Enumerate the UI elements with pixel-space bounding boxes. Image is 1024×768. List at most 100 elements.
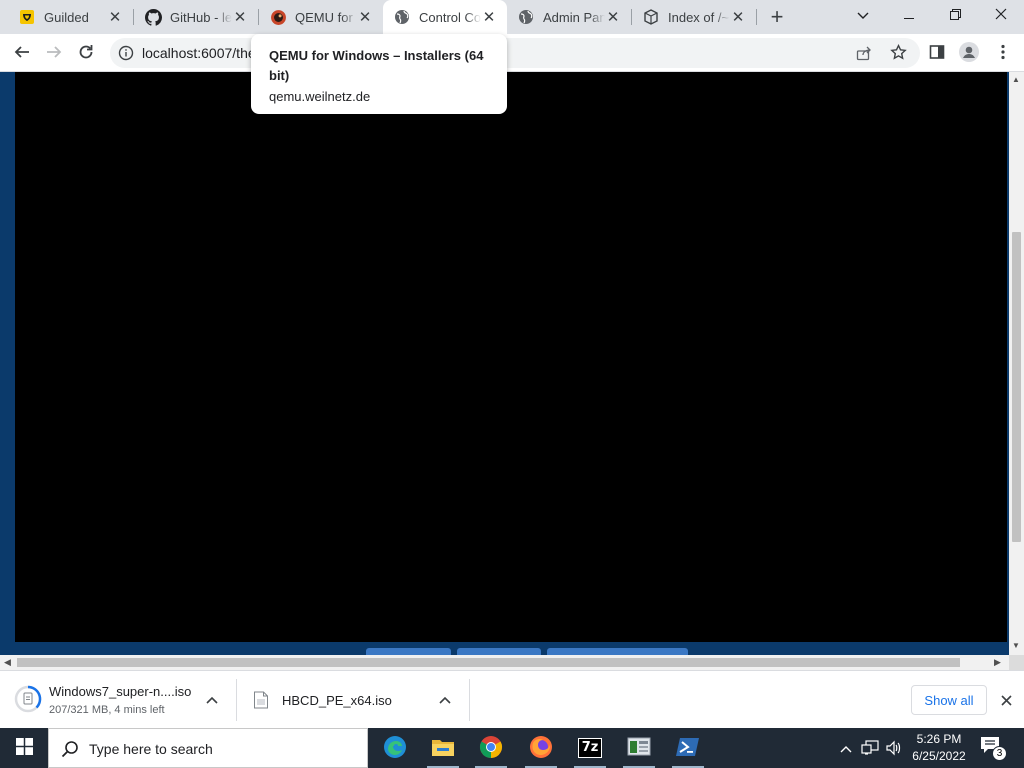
- scrollbar-thumb[interactable]: [1012, 232, 1021, 542]
- chevron-up-icon[interactable]: [437, 692, 453, 708]
- tab-title: GitHub - le: [170, 9, 232, 25]
- github-icon: [144, 8, 162, 26]
- hover-card-domain: qemu.weilnetz.de: [269, 89, 371, 104]
- scroll-down-icon[interactable]: ▼: [1012, 641, 1020, 650]
- vm-console-screen[interactable]: [15, 72, 1007, 642]
- chevron-down-icon: [857, 8, 869, 23]
- search-icon: [61, 740, 79, 758]
- firefox-icon: [529, 735, 553, 762]
- taskbar-app-file-explorer[interactable]: [419, 728, 467, 768]
- horizontal-scrollbar[interactable]: ◀ ▶: [0, 655, 1009, 670]
- page-content: [0, 72, 1009, 655]
- file-icon: [253, 691, 269, 712]
- console-control-button[interactable]: [547, 648, 688, 655]
- start-button[interactable]: [0, 728, 48, 768]
- reload-icon: [78, 44, 94, 63]
- minimize-icon: [904, 8, 914, 23]
- vertical-scrollbar[interactable]: ▲ ▼: [1009, 72, 1024, 655]
- tab-control[interactable]: Control Co ✕: [383, 0, 507, 34]
- clock-time: 5:26 PM: [916, 732, 962, 746]
- close-icon[interactable]: ✕: [481, 9, 497, 26]
- forward-button[interactable]: [39, 38, 69, 68]
- download-item[interactable]: Windows7_super-n....iso 207/321 MB, 4 mi…: [8, 677, 234, 723]
- qemu-icon: [269, 8, 287, 26]
- console-control-button[interactable]: [457, 648, 541, 655]
- windows-logo-icon: [15, 738, 33, 758]
- system-clock[interactable]: 5:26 PM 6/25/2022: [904, 731, 974, 765]
- close-icon[interactable]: ✕: [232, 9, 248, 26]
- windows-taskbar: Type here to search 7z 5:26 PM 6/25/2022: [0, 728, 1024, 768]
- close-window-button[interactable]: [978, 0, 1024, 30]
- tab-search-button[interactable]: [840, 0, 886, 30]
- file-explorer-icon: [431, 736, 455, 761]
- arrow-right-icon: [46, 44, 62, 63]
- tab-title: QEMU for W: [295, 9, 357, 25]
- scroll-up-icon[interactable]: ▲: [1012, 75, 1020, 84]
- powershell-icon: [676, 736, 700, 761]
- close-icon: [995, 8, 1007, 23]
- side-panel-button[interactable]: [922, 38, 952, 68]
- chevron-up-icon: [840, 741, 852, 756]
- tab-title: Index of /~: [668, 9, 730, 25]
- download-status: 207/321 MB, 4 mins left: [49, 704, 165, 716]
- taskbar-app-edge[interactable]: [371, 728, 419, 768]
- taskbar-app-firefox[interactable]: [517, 728, 565, 768]
- taskbar-app-7zip[interactable]: 7z: [566, 728, 614, 768]
- url-text[interactable]: localhost:6007/the: [142, 45, 256, 61]
- taskbar-app-vm[interactable]: [615, 728, 663, 768]
- close-icon[interactable]: ✕: [357, 9, 373, 26]
- show-hidden-icons-button[interactable]: [836, 738, 856, 758]
- download-filename: Windows7_super-n....iso: [49, 684, 192, 699]
- vm-app-icon: [627, 736, 651, 761]
- profile-button[interactable]: [954, 38, 984, 68]
- chevron-up-icon[interactable]: [204, 692, 220, 708]
- divider: [469, 679, 470, 721]
- close-shelf-button[interactable]: [996, 691, 1016, 711]
- minimize-button[interactable]: [886, 0, 932, 30]
- download-item[interactable]: HBCD_PE_x64.iso: [242, 677, 466, 723]
- tab-strip: Guilded ✕ GitHub - le ✕ QEMU for W ✕ Con…: [0, 0, 1024, 34]
- more-vert-icon: [1001, 44, 1005, 63]
- reload-button[interactable]: [71, 38, 101, 68]
- tab-title: Control Co: [419, 9, 481, 25]
- scroll-right-icon[interactable]: ▶: [994, 657, 1001, 668]
- edge-icon: [383, 735, 407, 762]
- show-all-button[interactable]: Show all: [911, 685, 987, 715]
- taskbar-app-powershell[interactable]: [664, 728, 712, 768]
- tab-index-of[interactable]: Index of /~ ✕: [632, 0, 756, 34]
- tab-qemu[interactable]: QEMU for W ✕: [259, 0, 383, 34]
- tab-github[interactable]: GitHub - le ✕: [134, 0, 258, 34]
- restore-icon: [949, 8, 961, 23]
- tab-admin-panel[interactable]: Admin Pan ✕: [507, 0, 631, 34]
- star-icon[interactable]: [890, 43, 907, 64]
- search-placeholder: Type here to search: [89, 741, 213, 757]
- tab-guilded[interactable]: Guilded ✕: [0, 0, 133, 34]
- tab-separator: [756, 9, 757, 25]
- network-icon[interactable]: [860, 738, 880, 758]
- console-control-button[interactable]: [366, 648, 451, 655]
- notification-count-badge: 3: [992, 746, 1007, 761]
- hover-card-title: QEMU for Windows – Installers (64 bit): [269, 48, 484, 83]
- tab-title: Admin Pan: [543, 9, 605, 25]
- close-icon[interactable]: ✕: [730, 9, 746, 26]
- guilded-icon: [18, 8, 36, 26]
- menu-button[interactable]: [988, 38, 1018, 68]
- notification-center-button[interactable]: 3: [980, 736, 1007, 761]
- scroll-left-icon[interactable]: ◀: [4, 657, 11, 668]
- restore-button[interactable]: [932, 0, 978, 30]
- clock-date: 6/25/2022: [912, 749, 966, 763]
- taskbar-search-box[interactable]: Type here to search: [48, 728, 368, 768]
- address-bar[interactable]: localhost:6007/the: [110, 38, 920, 68]
- divider: [236, 679, 237, 721]
- taskbar-app-chrome[interactable]: [467, 728, 515, 768]
- arrow-left-icon: [14, 44, 30, 63]
- back-button[interactable]: [7, 38, 37, 68]
- info-icon[interactable]: [118, 45, 134, 61]
- 7zip-icon: 7z: [578, 738, 602, 758]
- share-icon[interactable]: [856, 45, 872, 64]
- volume-icon[interactable]: [884, 738, 904, 758]
- scrollbar-thumb[interactable]: [17, 658, 960, 667]
- close-icon[interactable]: ✕: [107, 9, 123, 26]
- new-tab-button[interactable]: +: [764, 4, 790, 30]
- close-icon[interactable]: ✕: [605, 9, 621, 26]
